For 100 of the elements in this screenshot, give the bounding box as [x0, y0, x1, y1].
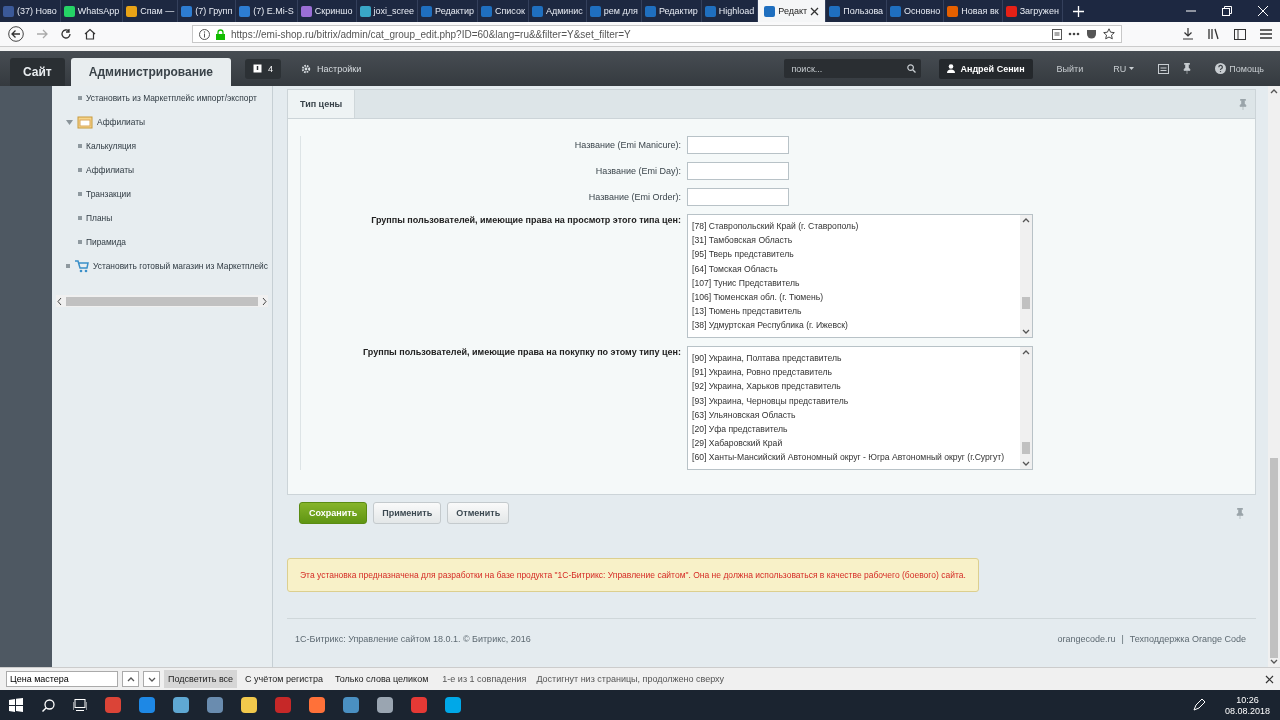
previous-button[interactable]: [122, 671, 139, 687]
form-button[interactable]: Отменить: [447, 502, 510, 524]
download-icon[interactable]: [1182, 28, 1194, 40]
list-option[interactable]: [91] Украина, Ровно представитель: [692, 365, 1020, 380]
list-option[interactable]: [106] Тюменская обл. (г. Тюмень): [692, 289, 1020, 305]
pen-icon[interactable]: [1192, 699, 1205, 711]
logout-link[interactable]: Выйти: [1050, 62, 1090, 75]
sidebar-item[interactable]: Установить готовый магазин из Маркетплейс: [93, 261, 268, 271]
footer-link[interactable]: Техподдержка Orange Code: [1129, 634, 1246, 644]
search-input[interactable]: поиск...: [789, 62, 904, 75]
scrollbar-thumb[interactable]: [1022, 297, 1030, 309]
field-label: Название (Emi Manicure):: [573, 140, 681, 150]
find-option[interactable]: Подсветить все: [164, 670, 238, 688]
text-field[interactable]: [687, 162, 789, 180]
scrollbar[interactable]: [1020, 215, 1032, 337]
user-button[interactable]: Андрей Сенин: [939, 58, 1033, 79]
close-icon[interactable]: [1265, 674, 1274, 684]
shield-icon[interactable]: [1086, 28, 1097, 40]
pin-icon[interactable]: [1183, 63, 1192, 74]
start-icon[interactable]: [9, 698, 23, 712]
listbox[interactable]: [687, 214, 1033, 338]
back-icon[interactable]: [8, 26, 24, 42]
text-field[interactable]: [687, 136, 789, 154]
list-option[interactable]: [95] Тверь представитель: [692, 247, 1020, 262]
sidebar-item[interactable]: Пирамида: [86, 237, 126, 247]
language-button[interactable]: RU: [1107, 62, 1141, 75]
reload-icon[interactable]: [60, 28, 72, 40]
caret-icon[interactable]: [66, 118, 73, 126]
sidebar-icon[interactable]: [1234, 28, 1246, 40]
sidebar-item[interactable]: Транзакции: [86, 189, 131, 199]
task-view-icon[interactable]: [73, 699, 87, 711]
list-option[interactable]: [38] Удмуртская Республика (г. Ижевск): [692, 318, 1020, 333]
find-field[interactable]: Цена мастера: [6, 671, 118, 687]
sidebar-item[interactable]: Планы: [86, 213, 113, 223]
find-option[interactable]: С учётом регистра: [241, 670, 327, 688]
app-icon[interactable]: [308, 696, 326, 714]
find-option[interactable]: Только слова целиком: [330, 670, 433, 688]
list-option[interactable]: [60] Ханты-Мансийский Автономный округ - Югра Автономный округ (г.Сургут): [692, 450, 1020, 465]
list-option[interactable]: [29] Хабаровский Край: [692, 436, 1020, 451]
sidebar-item[interactable]: Аффилиаты: [97, 117, 146, 127]
reader-icon[interactable]: [1052, 28, 1062, 40]
notifications-button[interactable]: 4: [245, 58, 282, 79]
star-icon[interactable]: [1103, 28, 1115, 40]
scrollbar[interactable]: [56, 295, 268, 307]
bullet-icon: [78, 168, 82, 172]
sidebar-item[interactable]: Установить из Маркетплейс импорт/экспорт: [86, 93, 257, 103]
search-icon[interactable]: [41, 698, 55, 712]
app-icon[interactable]: [376, 696, 394, 714]
list-option[interactable]: [92] Украина, Харьков представитель: [692, 379, 1020, 394]
copyright-text: 1С-Битрикс: Управление сайтом 18.0.1. © Битрикс, 2016: [295, 634, 531, 644]
new-tab-icon[interactable]: [1072, 5, 1084, 17]
listbox[interactable]: [687, 346, 1033, 470]
sidebar-item[interactable]: Калькуляция: [86, 141, 136, 151]
help-button[interactable]: Помощь: [1209, 62, 1270, 75]
scrollbar-thumb[interactable]: [1022, 442, 1030, 454]
search-field[interactable]: поиск...: [784, 59, 922, 78]
panel-icon[interactable]: [1158, 63, 1170, 74]
scrollbar-thumb[interactable]: [1270, 458, 1278, 658]
form-tab[interactable]: Тип цены: [288, 90, 356, 118]
sidebar-item[interactable]: Аффилиаты: [86, 165, 135, 175]
scrollbar[interactable]: [1020, 347, 1032, 469]
address-bar[interactable]: https://emi-shop.ru/bitrix/admin/cat_group_edit.php?ID=60&lang=ru&&filter=Y&set_filter=Y: [192, 25, 1122, 43]
admin-tab[interactable]: Сайт: [10, 58, 65, 86]
app-icon[interactable]: [138, 696, 156, 714]
app-icon[interactable]: [444, 696, 462, 714]
field-label: Группы пользователей, имеющие права на просмотр этого типа цен:: [370, 214, 681, 225]
home-icon[interactable]: [84, 28, 96, 40]
menu-icon[interactable]: [1260, 29, 1272, 39]
list-option[interactable]: [31] Тамбовская Область: [692, 233, 1020, 248]
settings-button[interactable]: Настройки: [295, 62, 368, 75]
browser-tab[interactable]: Редакт: [758, 0, 827, 22]
list-option[interactable]: [90] Украина, Полтава представитель: [692, 351, 1020, 366]
list-option[interactable]: [13] Тюмень представитель: [692, 304, 1020, 319]
bullet-icon: [78, 240, 82, 244]
up-icon: [126, 675, 135, 683]
list-option[interactable]: [20] Уфа представитель: [692, 421, 1020, 437]
app-icon[interactable]: [172, 696, 190, 714]
next-button[interactable]: [143, 671, 160, 687]
person-icon: [947, 64, 956, 73]
list-option[interactable]: [78] Ставропольский Край (г. Ставрополь): [692, 219, 1020, 234]
more-icon[interactable]: [1068, 32, 1080, 36]
library-icon[interactable]: [1208, 28, 1220, 40]
maximize-icon[interactable]: [1222, 6, 1232, 16]
text-field[interactable]: [687, 188, 789, 206]
footer-link[interactable]: orangecode.ru: [1057, 634, 1116, 644]
list-option[interactable]: [107] Тунис Представитель: [692, 275, 1020, 290]
bullet-icon: [78, 144, 82, 148]
bullet-icon: [78, 96, 82, 100]
find-status: Достигнут низ страницы, продолжено сверху: [536, 674, 725, 684]
field-label: Группы пользователей, имеющие права на покупку по этому типу цен:: [362, 346, 681, 357]
list-option[interactable]: [63] Ульяновская Область: [692, 407, 1020, 422]
admin-tab[interactable]: Администрирование: [70, 58, 232, 86]
app-icon[interactable]: [342, 696, 360, 714]
close-icon[interactable]: [810, 6, 820, 16]
list-option[interactable]: [93] Украина, Черновцы представитель: [692, 393, 1020, 408]
form-button[interactable]: Применить: [373, 502, 442, 524]
list-option[interactable]: [64] Томская Область: [692, 261, 1020, 276]
scrollbar[interactable]: [1268, 86, 1280, 667]
app-icon[interactable]: [240, 696, 258, 714]
app-icon[interactable]: [206, 696, 224, 714]
